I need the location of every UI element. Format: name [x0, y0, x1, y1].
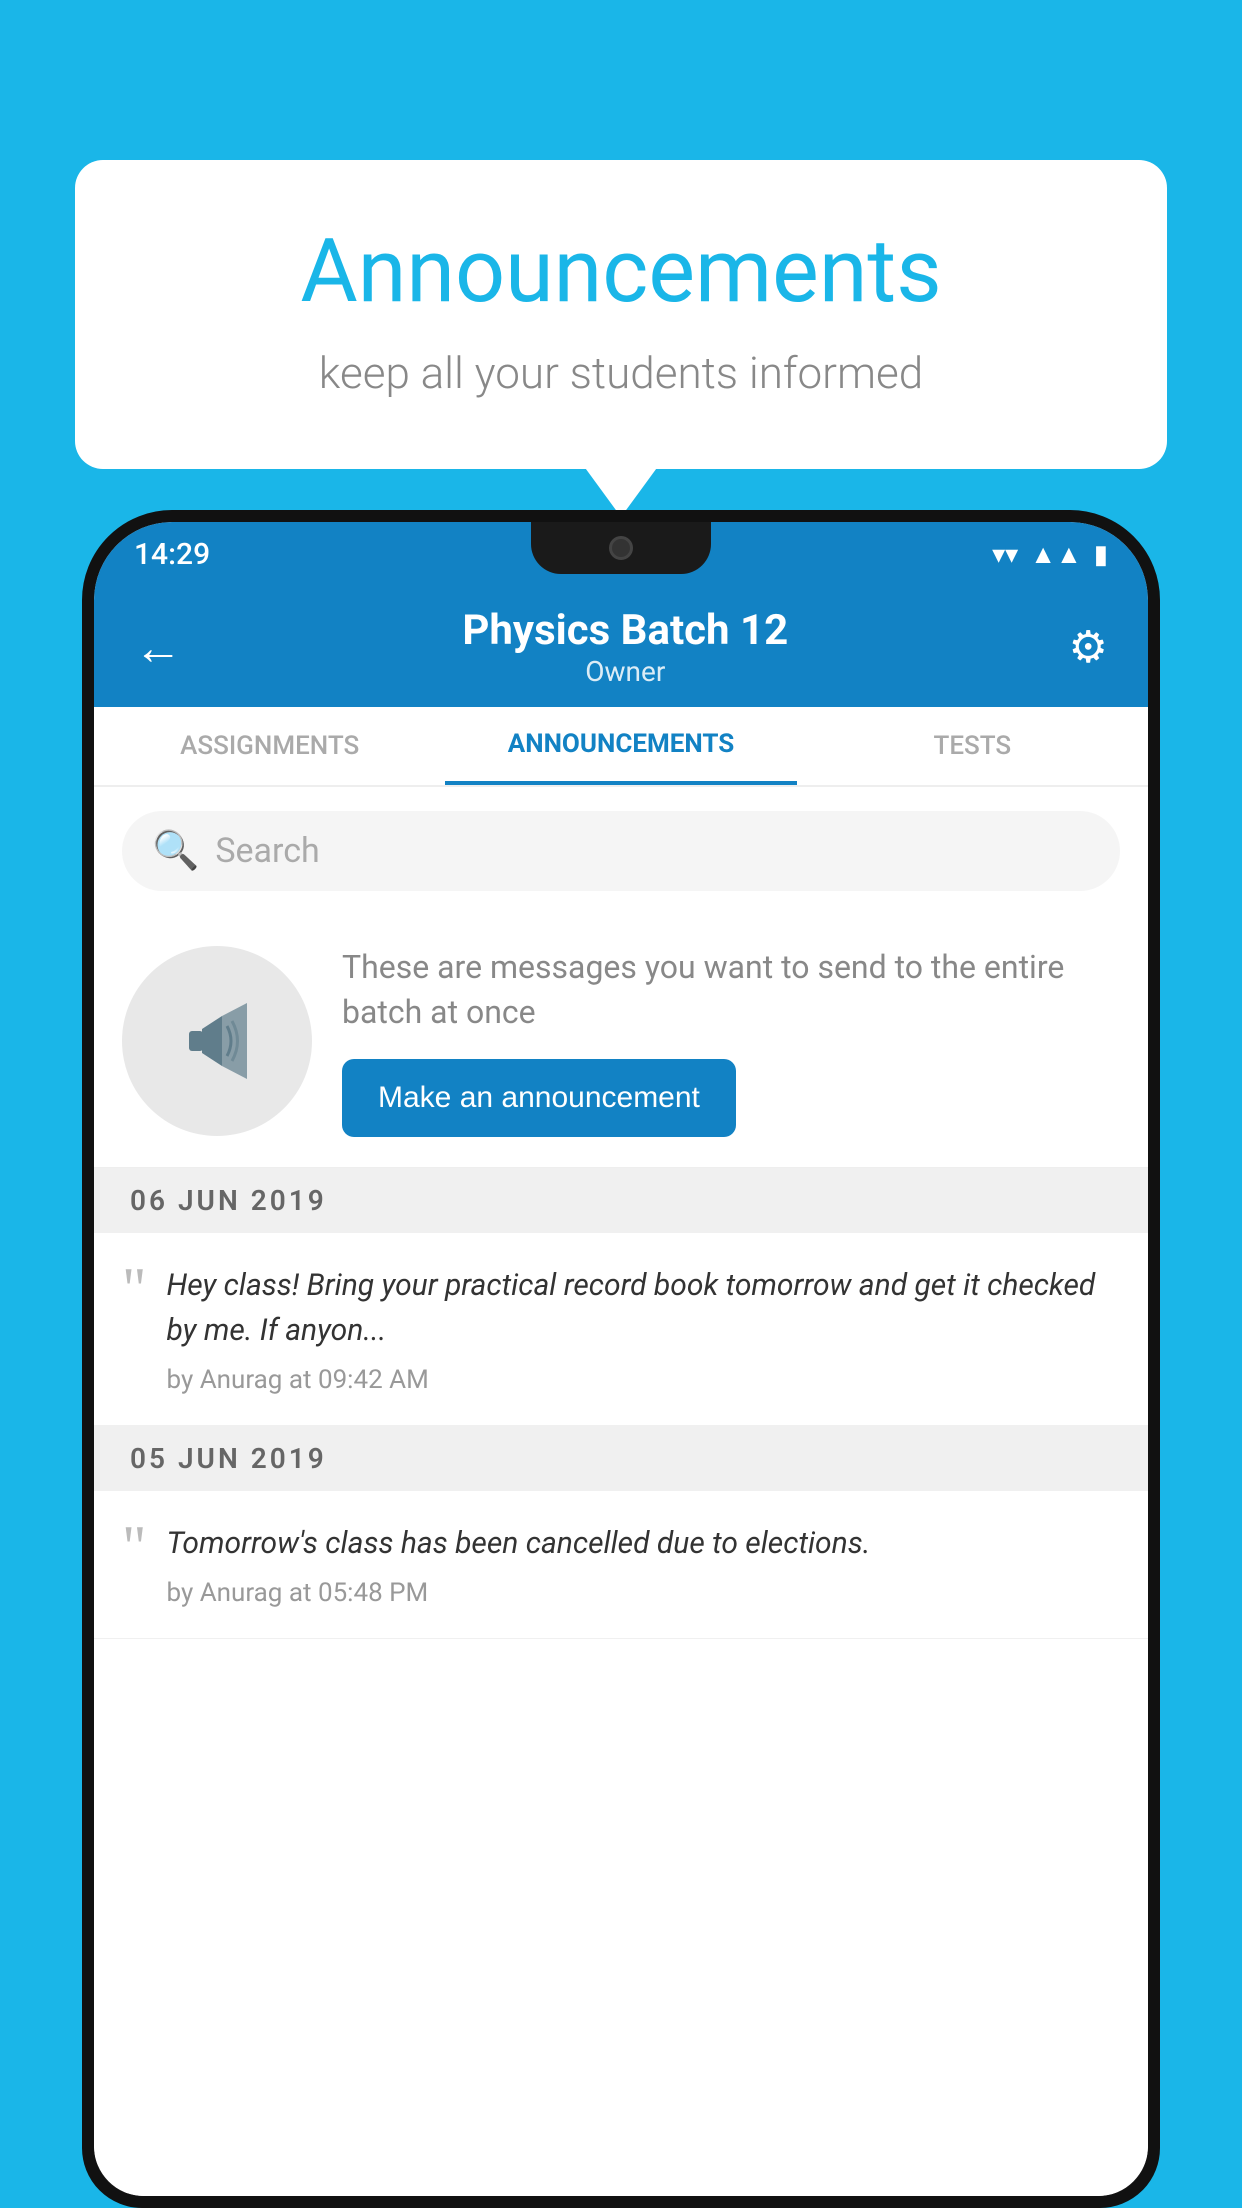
- batch-role: Owner: [182, 655, 1069, 688]
- phone-notch: [531, 522, 711, 574]
- announcement-meta-2: by Anurag at 05:48 PM: [167, 1578, 1121, 1608]
- announcement-text-2: Tomorrow's class has been cancelled due …: [167, 1521, 1121, 1566]
- status-time: 14:29: [134, 537, 210, 572]
- volume-up-button: [82, 742, 88, 812]
- wifi-icon: ▾▾: [992, 540, 1018, 570]
- power-button: [1154, 802, 1160, 912]
- app-bar: ← Physics Batch 12 Owner ⚙: [94, 587, 1148, 707]
- speech-bubble-section: Announcements keep all your students inf…: [75, 160, 1167, 469]
- speech-bubble: Announcements keep all your students inf…: [75, 160, 1167, 469]
- announcement-promo: These are messages you want to send to t…: [94, 915, 1148, 1168]
- batch-title: Physics Batch 12: [182, 606, 1069, 655]
- quote-icon-2: ": [122, 1529, 147, 1565]
- phone-screen: 14:29 ▾▾ ▲▲ ▮ ← Physics Batch 12 Owner ⚙…: [94, 522, 1148, 2196]
- announcement-item[interactable]: " Hey class! Bring your practical record…: [94, 1233, 1148, 1426]
- search-bar[interactable]: 🔍 Search: [122, 811, 1120, 891]
- front-camera: [609, 536, 633, 560]
- tab-tests[interactable]: TESTS: [797, 707, 1148, 785]
- settings-icon[interactable]: ⚙: [1069, 621, 1108, 673]
- volume-down-button: [82, 842, 88, 912]
- search-placeholder: Search: [215, 831, 319, 871]
- phone-frame: 14:29 ▾▾ ▲▲ ▮ ← Physics Batch 12 Owner ⚙…: [82, 510, 1160, 2208]
- announcement-meta: by Anurag at 09:42 AM: [167, 1365, 1121, 1395]
- battery-icon: ▮: [1094, 540, 1108, 570]
- announcement-item-2[interactable]: " Tomorrow's class has been cancelled du…: [94, 1491, 1148, 1639]
- back-button[interactable]: ←: [134, 619, 182, 676]
- announcement-text: Hey class! Bring your practical record b…: [167, 1263, 1121, 1353]
- make-announcement-button[interactable]: Make an announcement: [342, 1059, 736, 1137]
- tab-bar: ASSIGNMENTS ANNOUNCEMENTS TESTS: [94, 707, 1148, 787]
- app-bar-center: Physics Batch 12 Owner: [182, 606, 1069, 688]
- promo-description: These are messages you want to send to t…: [342, 945, 1120, 1035]
- date-divider-june6: 06 JUN 2019: [94, 1168, 1148, 1233]
- announcement-content: Hey class! Bring your practical record b…: [167, 1263, 1121, 1395]
- promo-right: These are messages you want to send to t…: [342, 945, 1120, 1137]
- date-divider-june5: 05 JUN 2019: [94, 1426, 1148, 1491]
- page-subtitle: keep all your students informed: [155, 347, 1087, 399]
- tab-announcements[interactable]: ANNOUNCEMENTS: [445, 707, 796, 785]
- promo-icon-circle: [122, 946, 312, 1136]
- announcement-content-2: Tomorrow's class has been cancelled due …: [167, 1521, 1121, 1608]
- megaphone-icon: [167, 991, 267, 1091]
- quote-icon: ": [122, 1271, 147, 1307]
- tab-assignments[interactable]: ASSIGNMENTS: [94, 707, 445, 785]
- search-icon: 🔍: [152, 829, 199, 873]
- page-title: Announcements: [155, 220, 1087, 323]
- signal-icon: ▲▲: [1030, 539, 1081, 570]
- content-area: 🔍 Search: [94, 787, 1148, 2196]
- status-icons: ▾▾ ▲▲ ▮: [992, 539, 1108, 570]
